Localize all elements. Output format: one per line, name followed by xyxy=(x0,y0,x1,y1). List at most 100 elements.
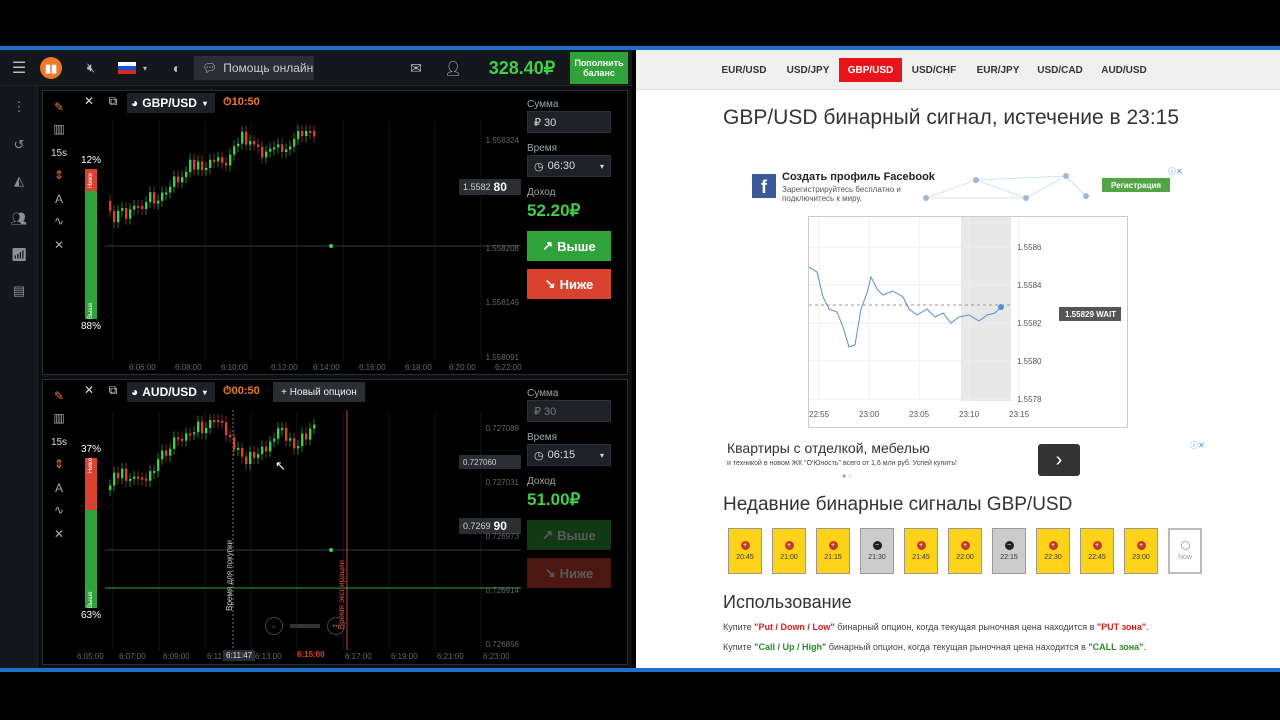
pencil-icon[interactable]: ✎ xyxy=(47,386,71,406)
chart-area[interactable]: ✕ ⧉ ◕ GBP/USD ▾ ⏱10:50 12% Ниже Выше 88%… xyxy=(75,91,522,374)
candle xyxy=(145,202,148,210)
balance[interactable]: 328.40₽ xyxy=(480,56,564,80)
brightness-icon[interactable]: ◐ xyxy=(167,58,187,78)
candle xyxy=(281,144,284,152)
fb-ad-title: Создать профиль Facebook xyxy=(782,171,935,183)
signal-item[interactable]: +23:00 xyxy=(1124,528,1158,574)
candle xyxy=(221,157,224,163)
new-option-button[interactable]: + Новый опцион xyxy=(273,382,365,402)
close-icon[interactable]: ✕ xyxy=(79,383,99,401)
candles-icon[interactable]: ▥ xyxy=(47,119,71,139)
zoom-icon[interactable]: ⌕ xyxy=(265,617,283,635)
candles-icon[interactable]: ▥ xyxy=(47,408,71,428)
wave-icon[interactable]: ∿ xyxy=(47,500,71,520)
tab-usdjpy[interactable]: USD/JPY xyxy=(780,58,836,82)
interval-15s[interactable]: 15s xyxy=(47,143,71,163)
sum-input[interactable]: ₽ 30 xyxy=(527,400,611,422)
next-arrow-button[interactable]: › xyxy=(1038,444,1080,476)
tab-usdcad[interactable]: USD/CAD xyxy=(1032,58,1088,82)
candle xyxy=(197,161,200,170)
mail-icon[interactable]: ✉ xyxy=(406,59,426,77)
usage-text: бинарный опцион, когда текущая рыночная … xyxy=(826,642,1089,652)
pct-top: 37% xyxy=(81,444,102,455)
pencil-icon[interactable]: ✎ xyxy=(47,97,71,117)
expiry-timer: ⏱10:50 xyxy=(223,96,260,109)
menu-icon[interactable]: ☰ xyxy=(8,58,30,78)
signal-item[interactable]: +21:45 xyxy=(904,528,938,574)
asset-selector[interactable]: ◕ GBP/USD ▾ xyxy=(127,93,215,113)
copy-icon[interactable]: ⧉ xyxy=(103,94,123,112)
signal-time: 23:00 xyxy=(1132,554,1150,561)
indicator-icon[interactable]: A xyxy=(47,189,71,209)
ad-close-icon[interactable]: ⓘ✕ xyxy=(1190,440,1212,450)
ad-close-icon[interactable]: ⓘ✕ xyxy=(1168,166,1190,176)
interval-15s[interactable]: 15s xyxy=(47,432,71,452)
pair-tabs: EUR/USD USD/JPY GBP/USD USD/CHF EUR/JPY … xyxy=(636,50,1280,90)
down-button[interactable]: ↘ Ниже xyxy=(527,558,611,588)
user-verified-icon[interactable]: 👤︎ xyxy=(440,58,466,78)
sum-input[interactable]: ₽ 30 xyxy=(527,111,611,133)
skip-end-icon[interactable]: ⏭ xyxy=(327,617,345,635)
signal-item[interactable]: +22:00 xyxy=(948,528,982,574)
close-icon[interactable]: ✕ xyxy=(79,94,99,112)
asset-selector[interactable]: ◕ AUD/USD ▾ xyxy=(127,382,215,402)
signal-chart: 1.55829 WAIT 1.5586 1.5584 1.5582 1.5580 1.55… xyxy=(808,216,1128,428)
mute-icon[interactable]: 🔇︎ xyxy=(80,58,102,78)
signal-item[interactable]: +20:45 xyxy=(728,528,762,574)
history-icon[interactable]: ↺ xyxy=(0,134,38,156)
chart-area-icon[interactable]: ◭ xyxy=(0,170,38,192)
candle xyxy=(169,448,172,456)
apartment-ad[interactable]: Квартиры с отделкой, мебелью и техникой … xyxy=(724,438,1214,480)
signal-item[interactable]: +21:00 xyxy=(772,528,806,574)
time-select[interactable]: ◷ 06:15 ▾ xyxy=(527,444,611,466)
tab-eurjpy[interactable]: EUR/JPY xyxy=(970,58,1026,82)
down-button[interactable]: ↘ Ниже xyxy=(527,269,611,299)
help-label: Помощь онлайн xyxy=(223,61,314,75)
tab-audusd[interactable]: AUD/USD xyxy=(1096,58,1152,82)
tab-eurusd[interactable]: EUR/USD xyxy=(716,58,772,82)
chevron-down-icon[interactable]: ▾ xyxy=(140,60,150,76)
close-tools-icon[interactable]: ✕ xyxy=(47,235,71,255)
time-select[interactable]: ◷ 06:30 ▾ xyxy=(527,155,611,177)
news-icon[interactable]: ▤ xyxy=(0,280,38,302)
asset-label: AUD/USD xyxy=(142,385,197,399)
candle xyxy=(129,209,132,219)
signal-item[interactable]: +22:45 xyxy=(1080,528,1114,574)
russia-flag-icon[interactable] xyxy=(118,62,136,74)
carousel-dots[interactable]: ● ○ xyxy=(842,473,858,481)
up-button[interactable]: ↗ Выше xyxy=(527,231,611,261)
chart-up-icon: ↗ xyxy=(542,527,554,542)
candle xyxy=(149,471,152,481)
tab-gbpusd[interactable]: GBP/USD xyxy=(839,58,902,82)
sum-label: Сумма xyxy=(527,99,559,110)
deposit-button[interactable]: Пополнить баланс xyxy=(570,52,628,84)
down-label: Ниже xyxy=(559,276,594,292)
help-online-button[interactable]: 💬︎ Помощь онлайн xyxy=(194,56,314,80)
signal-item[interactable]: − 21:30 xyxy=(860,528,894,574)
signal-item[interactable]: +21:15 xyxy=(816,528,850,574)
more-icon[interactable]: ⋮ xyxy=(0,96,38,118)
signal-item[interactable]: − 22:15 xyxy=(992,528,1026,574)
signal-icon[interactable]: 📶︎ xyxy=(0,244,38,266)
candle xyxy=(189,433,192,436)
zoom-slider[interactable] xyxy=(290,624,320,628)
fb-register-button[interactable]: Регистрация xyxy=(1102,178,1170,192)
up-button[interactable]: ↗ Выше xyxy=(527,520,611,550)
wave-icon[interactable]: ∿ xyxy=(47,211,71,231)
indicator-icon[interactable]: A xyxy=(47,478,71,498)
facebook-ad[interactable]: f Создать профиль Facebook Зарегистрируй… xyxy=(750,166,1190,206)
purchase-time-label: Время для покупки xyxy=(225,540,234,611)
copy-icon[interactable]: ⧉ xyxy=(103,383,123,401)
signal-item[interactable]: Now xyxy=(1168,528,1202,574)
swap-icon[interactable]: ⇕ xyxy=(47,454,71,474)
chart-area[interactable]: ✕ ⧉ ◕ AUD/USD ▾ ⏱00:50 + Новый опцион 37… xyxy=(75,380,521,664)
users-icon[interactable]: 👥︎ xyxy=(0,208,38,230)
close-tools-icon[interactable]: ✕ xyxy=(47,524,71,544)
tab-usdchf[interactable]: USD/CHF xyxy=(906,58,962,82)
asset-label: GBP/USD xyxy=(142,96,197,110)
candle xyxy=(161,450,164,460)
swap-icon[interactable]: ⇕ xyxy=(47,165,71,185)
candle xyxy=(225,422,228,436)
candle xyxy=(189,159,192,172)
signal-item[interactable]: +22:30 xyxy=(1036,528,1070,574)
